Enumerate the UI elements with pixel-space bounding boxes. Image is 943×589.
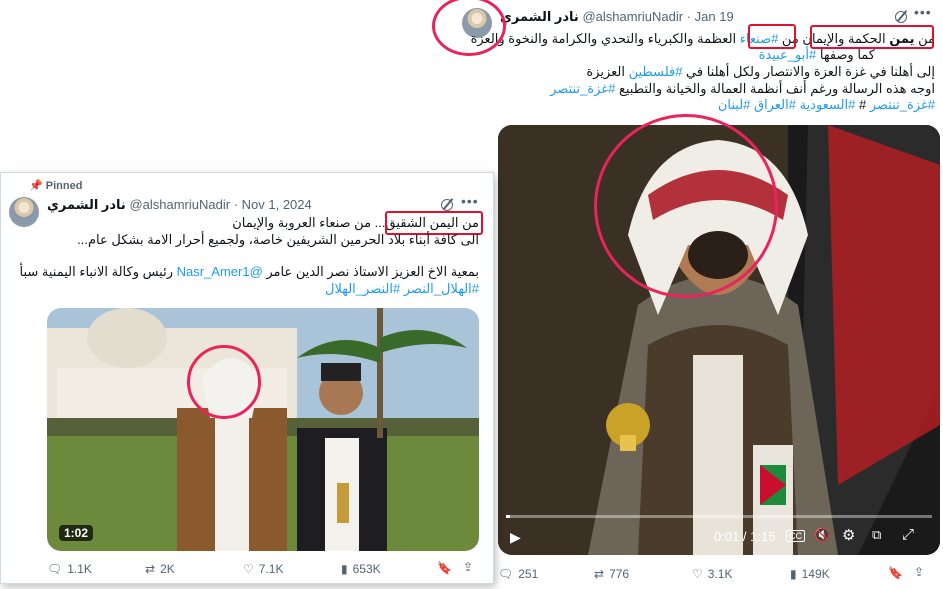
avatar[interactable] (9, 197, 39, 227)
views-button[interactable]: ▮ 149K (790, 567, 830, 581)
settings-gear-icon[interactable]: ⚙ (842, 526, 855, 544)
pinned-indicator: 📌 Pinned (29, 180, 83, 192)
author-handle[interactable]: @alshamriuNadir (582, 9, 683, 24)
repost-icon: ⇄ (145, 562, 156, 576)
like-button[interactable]: ♡ 3.1K (692, 567, 732, 581)
share-icon[interactable]: ⇪ (463, 560, 473, 574)
pip-icon[interactable]: ⧉ (872, 527, 881, 543)
tweet-right: نادر الشمري @alshamriuNadir · Jan 19 •••… (462, 0, 943, 589)
more-options-icon[interactable]: ••• (461, 193, 479, 209)
tweet-header: نادر الشمري @alshamriuNadir · Nov 1, 202… (47, 197, 312, 212)
tweet-header: نادر الشمري @alshamriuNadir · Jan 19 (500, 9, 734, 24)
grok-icon[interactable] (895, 11, 907, 23)
hashtag-link[interactable]: #السعودية (800, 97, 856, 112)
share-icon[interactable]: ⇪ (914, 565, 924, 579)
bookmark-icon[interactable]: 🔖 (437, 561, 452, 575)
grok-icon[interactable] (441, 199, 453, 211)
hashtag-link[interactable]: #أبو_عبيدة (759, 47, 817, 62)
video-player[interactable]: 1:02 (47, 308, 479, 551)
captions-button[interactable]: CC (786, 530, 805, 542)
video-duration: 1:02 (59, 525, 94, 541)
author-name[interactable]: نادر الشمري (47, 197, 126, 212)
like-button[interactable]: ♡ 7.1K (243, 562, 283, 576)
tweet-date[interactable]: Nov 1, 2024 (242, 197, 312, 212)
hashtag-link[interactable]: #غزة_تنتصر (550, 81, 615, 96)
annotation-ring-face (187, 345, 261, 419)
hashtag-link[interactable]: #النصر_الهلال (325, 281, 400, 296)
tweet-text-line-5: #غزة_تنتصر # #السعودية #العراق #لبنان (717, 97, 935, 112)
video-time: 0:01 / 1:15 (714, 529, 776, 544)
heart-icon: ♡ (692, 567, 703, 581)
heart-icon: ♡ (243, 562, 254, 576)
pin-icon: 📌 (29, 180, 43, 192)
author-name[interactable]: نادر الشمري (500, 9, 579, 24)
repost-icon: ⇄ (594, 567, 605, 581)
tweet-text-line-3: إلى أهلنا في غزة العزة والانتصار ولكل أه… (586, 64, 935, 79)
progress-track[interactable] (506, 515, 932, 518)
reply-button[interactable]: 🗨 1.1K (47, 562, 92, 576)
progress-fill (506, 515, 510, 518)
video-frame-image (47, 308, 479, 551)
hashtag-link[interactable]: #لبنان (718, 97, 751, 112)
mute-icon[interactable]: 🔇 (814, 527, 830, 543)
hashtag-link[interactable]: #فلسطين (629, 64, 683, 79)
reply-button[interactable]: 🗨 251 (498, 567, 538, 581)
mention-link[interactable]: @Nasr_Amer1 (177, 264, 263, 279)
repost-button[interactable]: ⇄ 776 (594, 567, 629, 581)
annotation-box-yemen (810, 25, 934, 49)
play-button[interactable]: ▶ (510, 529, 521, 546)
bookmark-icon[interactable]: 🔖 (888, 566, 903, 580)
tweet-text-line-2: الى كافة أبناء بلاد الحرمين الشريفين خاص… (77, 232, 479, 247)
reply-icon: 🗨 (498, 567, 514, 581)
tweet-date[interactable]: Jan 19 (695, 9, 734, 24)
hashtag-link[interactable]: #العراق (754, 97, 796, 112)
more-options-icon[interactable]: ••• (914, 4, 932, 20)
hashtag-link[interactable]: #الهلال_النصر (404, 281, 479, 296)
views-button[interactable]: ▮ 653K (341, 562, 381, 576)
tweet-left-pinned: 📌 Pinned نادر الشمري @alshamriuNadir · N… (0, 172, 494, 584)
tweet-text-line-4: #الهلال_النصر #النصر_الهلال (325, 280, 479, 298)
reply-icon: 🗨 (47, 562, 63, 576)
author-handle[interactable]: @alshamriuNadir (129, 197, 230, 212)
annotation-ring-face (594, 114, 778, 298)
views-chart-icon: ▮ (790, 567, 797, 581)
annotation-box-sanaa (748, 24, 796, 49)
tweet-text-line-3: بمعية الاخ العزيز الاستاذ نصر الدين عامر… (19, 264, 479, 279)
views-chart-icon: ▮ (341, 562, 348, 576)
hashtag-link[interactable]: #غزة_تنتصر (870, 97, 935, 112)
repost-button[interactable]: ⇄ 2K (145, 562, 175, 576)
fullscreen-icon[interactable]: ⤢ (902, 526, 914, 543)
